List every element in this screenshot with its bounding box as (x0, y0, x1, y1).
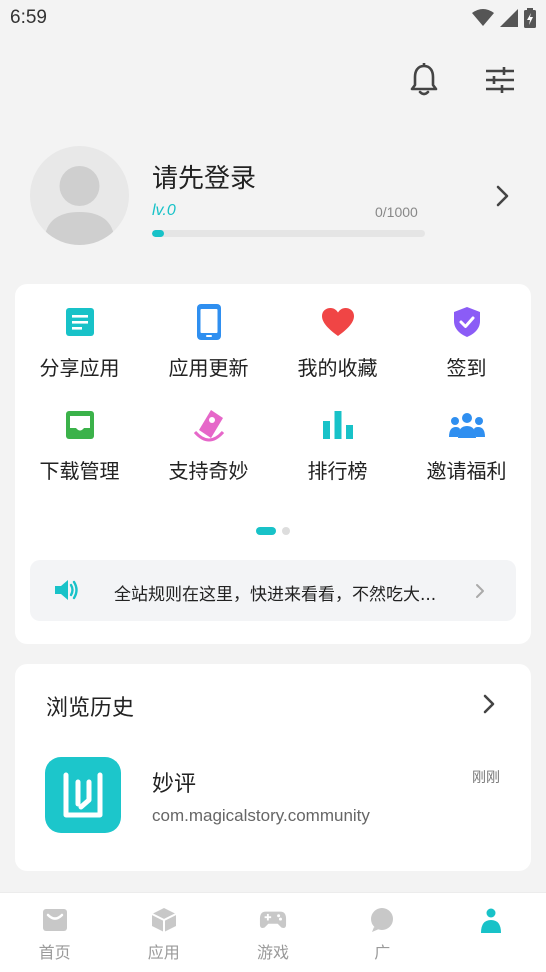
history-card: 浏览历史 妙评 com.magicalstory.community 刚刚 (15, 664, 531, 871)
feature-app-update[interactable]: 应用更新 (144, 302, 273, 381)
signal-icon (500, 9, 518, 27)
feature-checkin[interactable]: 签到 (402, 302, 531, 381)
feature-label: 下载管理 (39, 459, 120, 483)
nav-label: 游戏 (257, 943, 290, 962)
feature-label: 排行榜 (307, 459, 368, 483)
level-label: lv.0 (152, 202, 176, 219)
feature-support[interactable]: 支持奇妙 (144, 405, 273, 484)
invite-people-icon (447, 405, 487, 445)
level-progress-fill (152, 230, 165, 237)
phone-update-icon (189, 302, 229, 342)
nav-label: 广 (374, 943, 391, 962)
feature-leaderboard[interactable]: 排行榜 (273, 405, 402, 484)
nav-profile[interactable] (437, 893, 546, 972)
chevron-right-icon (474, 582, 486, 604)
feature-grid: 分享应用 应用更新 我的收藏 签到 下载管理 支持奇妙 排行榜 邀请福利 (15, 302, 531, 484)
top-actions (408, 62, 516, 98)
features-card: 分享应用 应用更新 我的收藏 签到 下载管理 支持奇妙 排行榜 邀请福利 全站规… (15, 284, 531, 644)
bar-chart-icon (318, 405, 358, 445)
nav-square[interactable]: 广 (328, 893, 437, 972)
chat-icon (368, 907, 396, 933)
nav-games[interactable]: 游戏 (218, 893, 327, 972)
profile-section[interactable]: 请先登录 lv.0 0/1000 (30, 146, 520, 246)
chevron-right-icon[interactable] (481, 692, 497, 720)
notice-text: 全站规则在这里，快进来看看，不然吃大... (114, 585, 437, 605)
app-name[interactable]: 妙评 (152, 766, 196, 798)
notice-bar[interactable]: 全站规则在这里，快进来看看，不然吃大... (30, 560, 516, 621)
feature-label: 分享应用 (39, 356, 120, 380)
chevron-right-icon[interactable] (492, 184, 512, 208)
nav-home[interactable]: 首页 (0, 893, 109, 972)
feature-label: 应用更新 (168, 356, 249, 380)
battery-icon (524, 8, 536, 28)
exp-counter: 0/1000 (375, 204, 418, 220)
cube-icon (150, 907, 178, 933)
app-icon[interactable] (45, 757, 121, 833)
page-dot (282, 527, 290, 535)
bell-icon[interactable] (408, 62, 440, 98)
status-icons (472, 8, 536, 28)
level-progress-bar (152, 230, 425, 237)
feature-label: 支持奇妙 (168, 459, 249, 483)
feature-download-manager[interactable]: 下载管理 (15, 405, 144, 484)
history-title: 浏览历史 (46, 696, 135, 721)
feature-label: 我的收藏 (297, 356, 378, 380)
page-indicator (15, 527, 531, 535)
speaker-icon (54, 578, 80, 606)
nav-label: 首页 (38, 943, 71, 962)
feature-share-app[interactable]: 分享应用 (15, 302, 144, 381)
feature-label: 邀请福利 (426, 459, 507, 483)
heart-icon (318, 302, 358, 342)
profile-icon (477, 907, 505, 933)
support-tag-icon (189, 405, 229, 445)
nav-apps[interactable]: 应用 (109, 893, 218, 972)
download-tray-icon (60, 405, 100, 445)
app-package: com.magicalstory.community (152, 806, 370, 825)
feature-invite[interactable]: 邀请福利 (402, 405, 531, 484)
share-doc-icon (60, 302, 100, 342)
feature-label: 签到 (446, 356, 487, 380)
login-prompt[interactable]: 请先登录 (152, 158, 256, 195)
settings-sliders-icon[interactable] (484, 62, 516, 98)
home-icon (41, 907, 69, 933)
wifi-icon (472, 9, 494, 26)
app-visit-time: 刚刚 (472, 770, 500, 786)
nav-label: 应用 (147, 943, 180, 962)
gamepad-icon (259, 907, 287, 933)
avatar[interactable] (30, 146, 129, 245)
page-dot-active (256, 527, 276, 535)
feature-favorites[interactable]: 我的收藏 (273, 302, 402, 381)
status-time: 6:59 (10, 7, 47, 28)
bottom-nav: 首页 应用 游戏 广 (0, 892, 546, 972)
status-bar: 6:59 (0, 0, 546, 36)
check-badge-icon (447, 302, 487, 342)
